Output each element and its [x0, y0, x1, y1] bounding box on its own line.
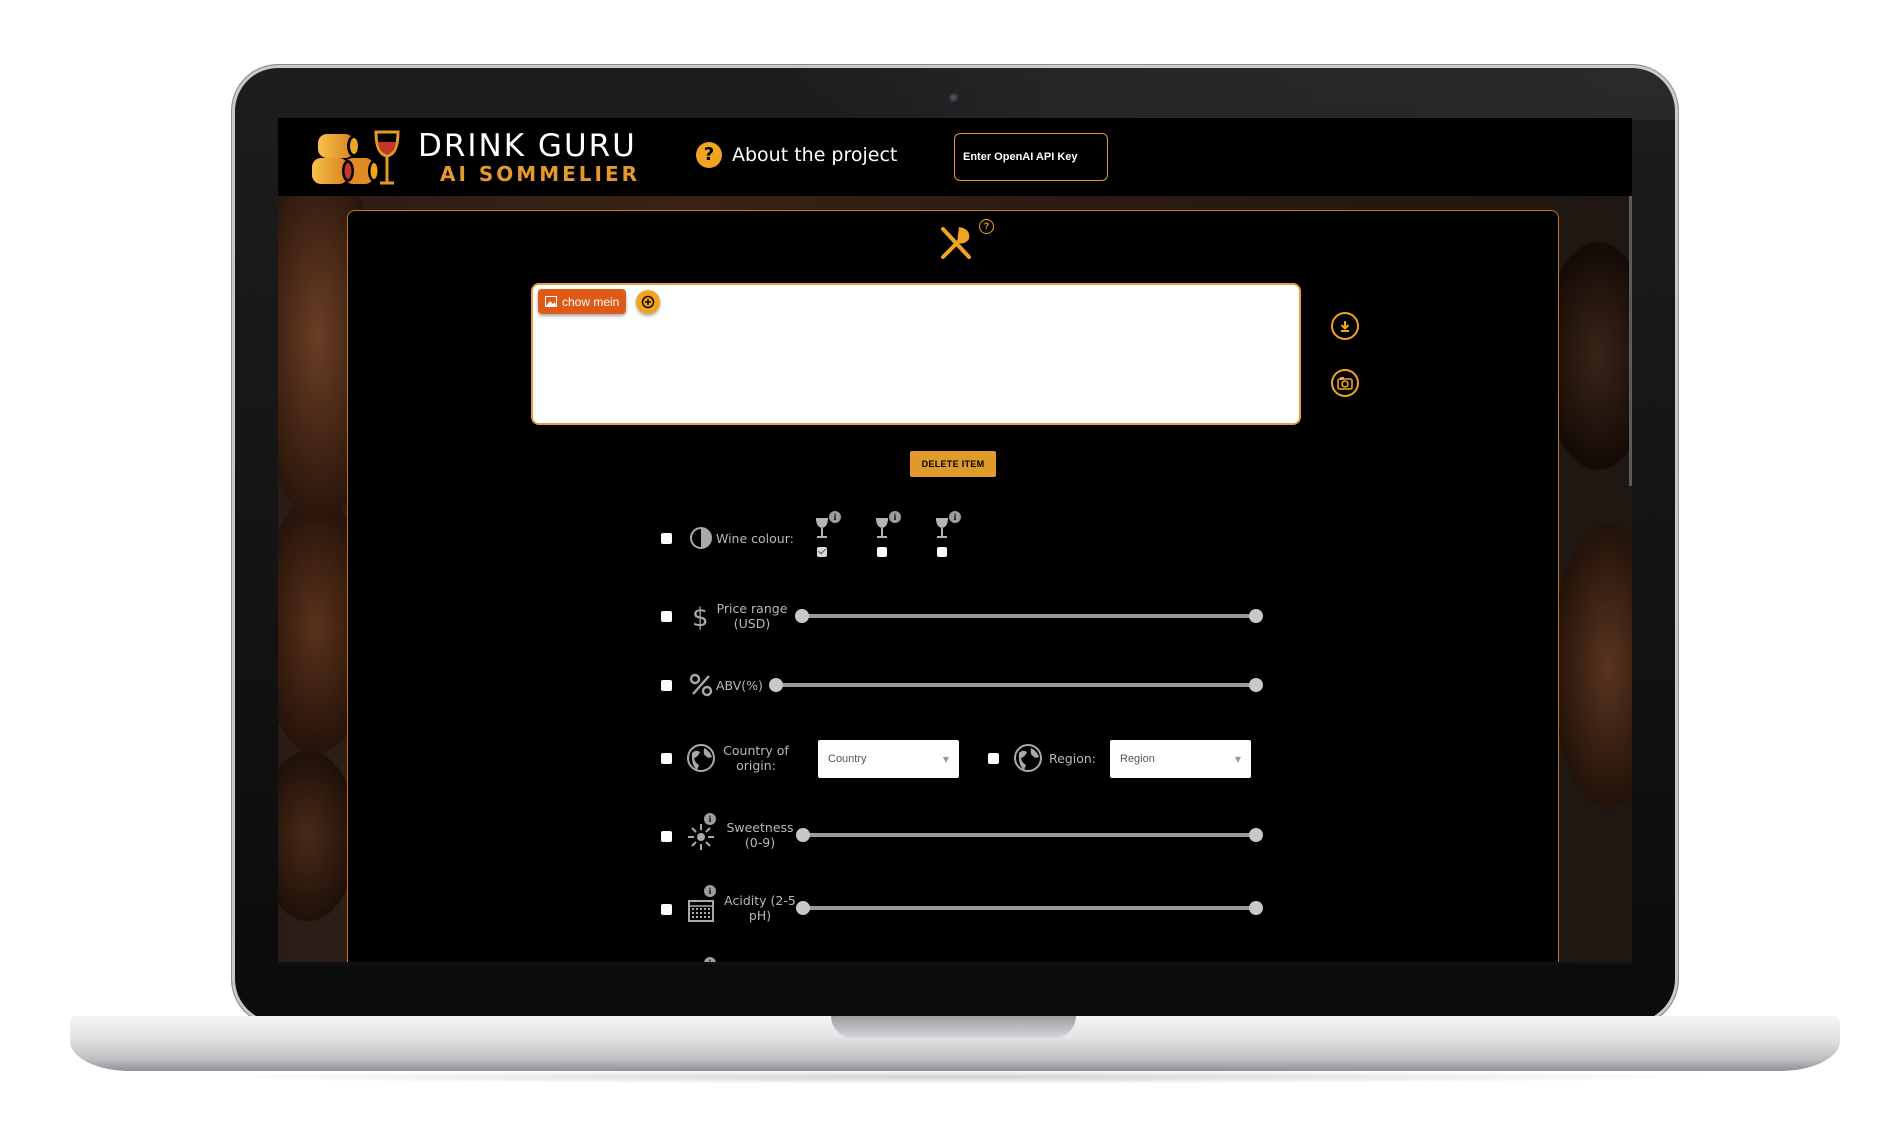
slider-max-handle[interactable]	[1249, 609, 1263, 623]
globe-icon	[686, 743, 716, 773]
acidity-label-line1: Acidity (2-5	[724, 893, 796, 908]
slider-min-handle[interactable]	[769, 678, 783, 692]
wine-colour-option-1[interactable]	[817, 547, 827, 557]
abv-label: ABV(%)	[716, 678, 763, 693]
sweetness-checkbox[interactable]	[661, 831, 672, 842]
price-range-label-line1: Price range	[716, 601, 788, 616]
acidity-checkbox[interactable]	[661, 904, 672, 915]
price-range-slider[interactable]	[795, 609, 1263, 623]
slider-min-handle[interactable]	[795, 609, 809, 623]
wine-colour-checkbox[interactable]	[661, 533, 672, 544]
country-label: Country of origin:	[716, 743, 796, 773]
image-icon	[545, 296, 557, 307]
svg-text:$: $	[692, 603, 709, 631]
slider-max-handle[interactable]	[1249, 678, 1263, 692]
slider-min-handle[interactable]	[796, 901, 810, 915]
country-select-value: Country	[828, 753, 867, 765]
sweetness-label-line2: (0-9)	[744, 835, 776, 850]
camera-button[interactable]	[1331, 369, 1359, 397]
dollar-icon: $	[688, 603, 714, 633]
delete-item-button[interactable]: DELETE ITEM	[910, 451, 996, 477]
slider-min-handle[interactable]	[796, 828, 810, 842]
globe-icon	[1013, 743, 1043, 773]
sweetness-slider[interactable]	[796, 828, 1263, 842]
question-circle-icon: ?	[696, 142, 722, 168]
abv-slider[interactable]	[769, 678, 1263, 692]
wine-glass-icon	[874, 517, 890, 539]
camera-icon	[1337, 377, 1353, 390]
acidity-label: Acidity (2-5 pH)	[716, 893, 804, 923]
info-icon[interactable]: i	[704, 813, 716, 825]
food-chip-label: chow mein	[562, 294, 620, 309]
region-select[interactable]: Region ▼	[1110, 740, 1251, 778]
sparkle-icon	[686, 822, 716, 852]
webcam	[949, 93, 960, 104]
wine-colour-label: Wine colour:	[716, 531, 794, 546]
info-icon[interactable]: i	[829, 511, 841, 523]
download-icon	[1340, 321, 1350, 332]
scrollbar[interactable]	[1629, 196, 1632, 486]
abv-checkbox[interactable]	[661, 680, 672, 691]
api-key-input[interactable]	[954, 133, 1108, 181]
app-title: DRINK GURU	[418, 128, 637, 164]
drop-icon	[688, 524, 714, 550]
price-range-checkbox[interactable]	[661, 611, 672, 622]
food-help-icon[interactable]: ?	[979, 219, 994, 234]
slider-max-handle[interactable]	[1249, 901, 1263, 915]
fork-knife-icon	[937, 223, 977, 263]
about-label: About the project	[732, 144, 898, 166]
sweetness-label-line1: Sweetness	[726, 820, 794, 835]
laptop-shadow	[180, 1070, 1730, 1084]
region-select-value: Region	[1120, 753, 1155, 765]
app-screen: DRINK GURU AI SOMMELIER ? About the proj…	[278, 118, 1632, 965]
country-label-line2: origin:	[736, 758, 776, 773]
app-subtitle: AI SOMMELIER	[440, 162, 641, 186]
chevron-down-icon: ▼	[942, 754, 949, 764]
wine-glass-icon	[814, 517, 830, 539]
barrel-glass-logo-icon	[312, 128, 400, 188]
region-label: Region:	[1049, 751, 1097, 766]
region-checkbox[interactable]	[988, 753, 999, 764]
app-header: DRINK GURU AI SOMMELIER ? About the proj…	[278, 118, 1632, 196]
info-icon[interactable]: i	[949, 511, 961, 523]
country-checkbox[interactable]	[661, 753, 672, 764]
screen-bottom-edge	[278, 962, 1632, 965]
sweetness-label: Sweetness (0-9)	[720, 820, 800, 850]
plus-circle-icon	[641, 295, 655, 309]
percent-icon	[688, 672, 714, 698]
main-card: ? chow mein DELETE ITEM Wine colour: i i…	[347, 210, 1559, 965]
info-icon[interactable]: i	[704, 885, 716, 897]
wine-colour-option-3[interactable]	[937, 547, 947, 557]
about-project-link[interactable]: ? About the project	[696, 142, 897, 168]
price-range-label-line2: (USD)	[733, 616, 771, 631]
country-label-line1: Country of	[723, 743, 789, 758]
price-range-label: Price range (USD)	[716, 601, 788, 631]
laptop-notch	[831, 1016, 1076, 1038]
info-icon[interactable]: i	[889, 511, 901, 523]
food-items-box[interactable]: chow mein	[531, 283, 1301, 425]
logo[interactable]: DRINK GURU AI SOMMELIER	[312, 128, 640, 188]
wine-glass-icon	[934, 517, 950, 539]
acidity-label-line2: pH)	[748, 908, 772, 923]
country-select[interactable]: Country ▼	[818, 740, 959, 778]
slider-max-handle[interactable]	[1249, 828, 1263, 842]
add-food-button[interactable]	[636, 290, 660, 314]
wine-colour-option-2[interactable]	[877, 547, 887, 557]
chevron-down-icon: ▼	[1234, 754, 1241, 764]
download-button[interactable]	[1331, 312, 1359, 340]
bezel-glare	[780, 65, 1680, 120]
food-chip[interactable]: chow mein	[538, 289, 627, 314]
acidity-slider[interactable]	[796, 901, 1263, 915]
acidity-icon	[686, 895, 716, 925]
